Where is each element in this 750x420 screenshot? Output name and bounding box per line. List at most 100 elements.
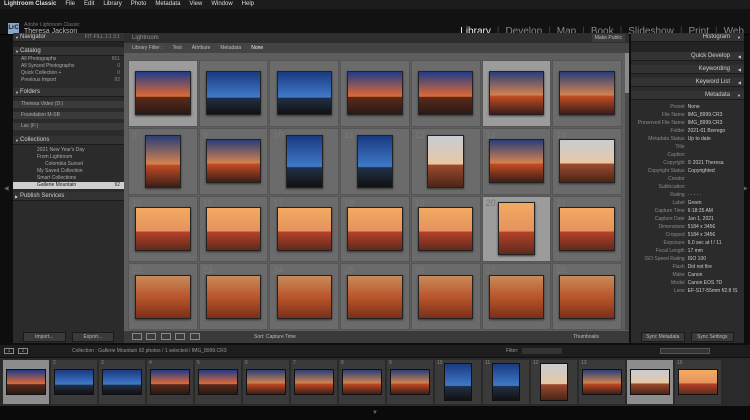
photo-thumbnail[interactable] (347, 71, 403, 116)
filmstrip-cell[interactable]: 8 (339, 360, 385, 404)
catalog-item[interactable]: Previous Import 92 (13, 77, 124, 84)
grid-cell[interactable] (552, 60, 622, 127)
metadata-value[interactable]: Copyrighted (688, 167, 740, 175)
people-view-icon[interactable] (189, 333, 200, 341)
filmstrip-source[interactable]: Collection : Gallerie Mountain 92 photos… (72, 345, 227, 357)
filmstrip-cell[interactable]: 15 (675, 360, 721, 404)
catalog-item[interactable]: All Photographs 661 (13, 56, 124, 63)
filmstrip-toggle-icon[interactable]: ▼ (372, 410, 378, 416)
grid-cell[interactable]: 22 (128, 263, 198, 330)
export-button[interactable]: Export... (71, 332, 114, 342)
grid-cell[interactable]: 10 (269, 127, 340, 195)
thumbnail-size-label[interactable]: Thumbnails (573, 331, 599, 343)
photo-thumbnail[interactable] (347, 206, 403, 251)
filmstrip-thumbnail[interactable] (342, 368, 382, 396)
filmstrip-thumbnail[interactable] (6, 368, 46, 396)
photo-thumbnail[interactable] (488, 274, 545, 319)
filmstrip-cell[interactable]: 7 (291, 360, 337, 404)
photo-thumbnail[interactable] (205, 71, 262, 116)
grid-cell[interactable]: 13 (481, 127, 552, 195)
filmstrip-cell[interactable]: 14 (627, 360, 673, 404)
photo-thumbnail[interactable] (144, 134, 182, 188)
page-1-button[interactable]: 1 (4, 348, 14, 354)
metadata-value[interactable]: IMG_8999.CR3 (688, 111, 740, 119)
metadata-value[interactable]: 6.0 sec at f / 11 (688, 239, 740, 247)
sync-settings-button[interactable]: Sync Settings (690, 332, 734, 342)
grid-cell[interactable] (269, 60, 340, 127)
filmstrip-cell[interactable]: 1 (3, 360, 49, 404)
menu-library[interactable]: Library (103, 0, 121, 9)
collection-item[interactable]: Colombia Sunset (13, 161, 124, 168)
filmstrip-thumbnail[interactable] (444, 363, 472, 401)
grid-cell[interactable]: 9 (198, 127, 269, 195)
folder-volume[interactable]: Lac (F:) (13, 123, 124, 130)
grid-cell[interactable]: 27 (481, 263, 552, 330)
metadata-value[interactable]: 17 mm (688, 247, 740, 255)
photo-thumbnail[interactable] (559, 139, 615, 184)
filmstrip-thumbnail[interactable] (198, 368, 238, 396)
folder-volume[interactable]: Foundation M-SB (13, 112, 124, 119)
metadata-value[interactable]: · · · · · (688, 191, 740, 199)
filmstrip-thumbnail[interactable] (630, 368, 670, 396)
histogram-header[interactable]: Histogram ▼ (631, 33, 744, 42)
filmstrip-cell[interactable]: 13 (579, 360, 625, 404)
scrollbar-thumb[interactable] (625, 53, 629, 93)
filmstrip-thumbnail[interactable] (294, 368, 334, 396)
photo-thumbnail[interactable] (276, 274, 333, 319)
photo-thumbnail[interactable] (427, 134, 464, 188)
metadata-value[interactable]: 5184 x 3456 (688, 231, 740, 239)
filmstrip-filter-dropdown[interactable] (522, 348, 562, 354)
grid-scrollbar[interactable] (625, 53, 629, 330)
metadata-preset-row[interactable]: Preset None (631, 103, 744, 111)
grid-cell[interactable]: 14 (552, 127, 622, 195)
collection-item[interactable]: 2021 New Year's Day (13, 147, 124, 154)
filmstrip-thumbnail[interactable] (150, 368, 190, 396)
grid-cell[interactable] (481, 60, 552, 127)
photo-thumbnail[interactable] (286, 134, 323, 188)
grid-cell[interactable]: 12 (410, 127, 481, 195)
metadata-value[interactable]: 5184 x 3456 (688, 223, 740, 231)
grid-view-icon[interactable] (132, 333, 142, 341)
photo-thumbnail[interactable] (488, 139, 545, 184)
menu-file[interactable]: File (65, 0, 75, 9)
publish-services-header[interactable]: ▶ Publish Services (13, 192, 124, 201)
grid-cell[interactable] (410, 60, 481, 127)
grid-cell[interactable]: 8 (128, 127, 198, 195)
filmstrip-thumbnail[interactable] (540, 363, 568, 401)
grid-cell[interactable]: 17 (269, 195, 340, 263)
filter-metadata[interactable]: Metadata (220, 43, 241, 53)
photo-thumbnail[interactable] (205, 139, 262, 184)
loupe-view-icon[interactable] (146, 333, 157, 341)
filter-none[interactable]: None (251, 43, 263, 53)
metadata-preset-value[interactable]: None (688, 103, 740, 111)
metadata-header[interactable]: Metadata ▼ (631, 91, 744, 100)
menu-metadata[interactable]: Metadata (155, 0, 180, 9)
filmstrip-cell[interactable]: 2 (51, 360, 97, 404)
collection-item[interactable]: My Saved Collection (13, 168, 124, 175)
metadata-value[interactable]: ISO 100 (688, 255, 740, 263)
catalog-item[interactable]: Quick Collection + 0 (13, 70, 124, 77)
survey-view-icon[interactable] (175, 333, 186, 341)
photo-thumbnail[interactable] (559, 274, 615, 319)
navigator-header[interactable]: ▼ Navigator FIT FILL 1:1 3:1 (13, 33, 124, 42)
filmstrip-cell[interactable]: 6 (243, 360, 289, 404)
photo-thumbnail[interactable] (347, 274, 403, 319)
menu-edit[interactable]: Edit (84, 0, 94, 9)
keyword-list-header[interactable]: Keyword List ◀ (631, 78, 744, 87)
metadata-value[interactable] (688, 175, 740, 183)
photo-thumbnail[interactable] (135, 274, 191, 319)
metadata-value[interactable]: IMG_8999.CR3 (688, 119, 740, 127)
grid-cell[interactable]: 23 (198, 263, 269, 330)
photo-thumbnail[interactable] (135, 206, 191, 251)
photo-thumbnail[interactable] (417, 274, 474, 319)
grid-cell[interactable] (340, 60, 410, 127)
filter-text[interactable]: Text (173, 43, 182, 53)
photo-thumbnail[interactable] (135, 71, 191, 116)
photo-thumbnail[interactable] (417, 206, 474, 251)
filmstrip-thumbnail[interactable] (582, 368, 622, 396)
filter-attribute[interactable]: Attribute (192, 43, 211, 53)
metadata-value[interactable] (688, 183, 740, 191)
filmstrip-thumbnail[interactable] (54, 368, 94, 396)
collection-item[interactable]: Smart Collections (13, 175, 124, 182)
filmstrip-cell[interactable]: 5 (195, 360, 241, 404)
